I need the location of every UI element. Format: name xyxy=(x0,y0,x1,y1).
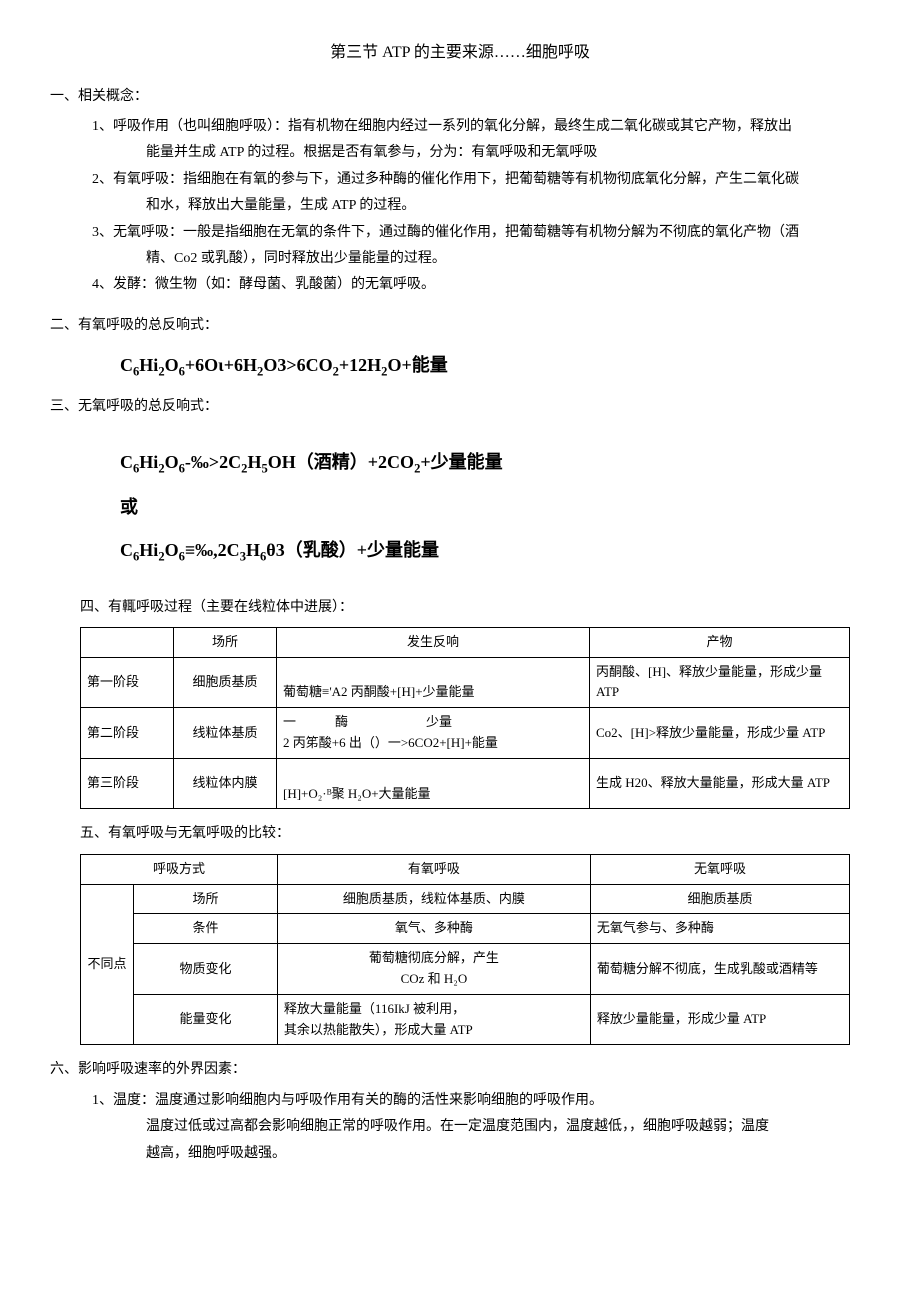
anaerobic-equation-2: C6Hi2O6≡‰,2C3H6θ3（乳酸）+少量能量 xyxy=(120,536,870,567)
table-row: 不同点 场所 细胞质基质，线粒体基质、内膜 细胞质基质 xyxy=(81,884,850,914)
cmp-material-label: 物质变化 xyxy=(134,944,278,995)
comparison-table: 呼吸方式 有氧呼吸 无氧呼吸 不同点 场所 细胞质基质，线粒体基质、内膜 细胞质… xyxy=(80,854,850,1046)
stage-3-reaction: [H]+O₂·ᴮ聚 H₂O+大量能量 xyxy=(277,758,590,809)
section-6-heading: 六、影响呼吸速率的外界因素： xyxy=(50,1059,870,1081)
factor-1-line-a: 1、温度：温度通过影响细胞内与呼吸作用有关的酶的活性来影响细胞的呼吸作用。 xyxy=(120,1090,870,1112)
cmp-header-aerobic: 有氧呼吸 xyxy=(277,854,590,884)
cmp-header-anaerobic: 无氧呼吸 xyxy=(590,854,849,884)
stage-2-product: Co2、[H]>释放少量能量，形成少量 ATP xyxy=(590,708,850,759)
concept-1-line-b: 能量并生成 ATP 的过程。根据是否有氧参与，分为：有氧呼吸和无氧呼吸 xyxy=(146,142,870,164)
concept-2-line-b: 和水，释放出大量能量，生成 ATP 的过程。 xyxy=(146,195,870,217)
table-row: 第三阶段 线粒体内膜 [H]+O₂·ᴮ聚 H₂O+大量能量 生成 H20、释放大… xyxy=(81,758,850,809)
concept-3-line-b: 精、Co2 或乳酸），同时释放出少量能量的过程。 xyxy=(146,248,870,270)
stage-1-place: 细胞质基质 xyxy=(174,657,277,708)
stage-3-product: 生成 H20、释放大量能量，形成大量 ATP xyxy=(590,758,850,809)
stage-2-place: 线粒体基质 xyxy=(174,708,277,759)
concept-4: 4、发酵：微生物（如：酵母菌、乳酸菌）的无氧呼吸。 xyxy=(120,274,870,296)
concept-3-line-a: 3、无氧呼吸：一般是指细胞在无氧的条件下，通过酶的催化作用，把葡萄糖等有机物分解… xyxy=(120,222,870,244)
cmp-condition-aerobic: 氧气、多种酶 xyxy=(277,914,590,944)
factor-1-line-c: 越高，细胞呼吸越强。 xyxy=(146,1143,870,1165)
section-2-heading: 二、有氧呼吸的总反响式： xyxy=(50,315,870,337)
cmp-material-anaerobic: 葡萄糖分解不彻底，生成乳酸或酒精等 xyxy=(590,944,849,995)
table-header-reaction: 发生反响 xyxy=(277,627,590,657)
aerobic-equation: C6Hi2O6+6Oι+6H2O3>6CO2+12H2O+能量 xyxy=(120,351,870,382)
stage-1-reaction: 葡萄糖≡'A2 丙酮酸+[H]+少量能量 xyxy=(277,657,590,708)
table-row: 场所 发生反响 产物 xyxy=(81,627,850,657)
stage-2-label: 第二阶段 xyxy=(81,708,174,759)
cmp-energy-aerobic: 释放大量能量（116IkJ 被利用， 其余以热能散失），形成大量 ATP xyxy=(277,994,590,1045)
concept-2-line-a: 2、有氧呼吸：指细胞在有氧的参与下，通过多种酶的催化作用下，把葡萄糖等有机物彻底… xyxy=(120,169,870,191)
table-row: 第二阶段 线粒体基质 一 酶 少量 2 丙笫酸+6 出（）一>6CO2+[H]+… xyxy=(81,708,850,759)
aerobic-process-table: 场所 发生反响 产物 第一阶段 细胞质基质 葡萄糖≡'A2 丙酮酸+[H]+少量… xyxy=(80,627,850,810)
cmp-place-aerobic: 细胞质基质，线粒体基质、内膜 xyxy=(277,884,590,914)
section-3-heading: 三、无氧呼吸的总反响式： xyxy=(50,396,870,418)
factor-1-line-b: 温度过低或过高都会影响细胞正常的呼吸作用。在一定温度范围内，温度越低，，细胞呼吸… xyxy=(146,1116,870,1138)
stage-3-label: 第三阶段 xyxy=(81,758,174,809)
table-header-place: 场所 xyxy=(174,627,277,657)
stage-1-label: 第一阶段 xyxy=(81,657,174,708)
cmp-energy-label: 能量变化 xyxy=(134,994,278,1045)
cmp-place-label: 场所 xyxy=(134,884,278,914)
cmp-place-anaerobic: 细胞质基质 xyxy=(590,884,849,914)
table-header-blank xyxy=(81,627,174,657)
cmp-header-method: 呼吸方式 xyxy=(81,854,278,884)
concept-1-line-a: 1、呼吸作用（也叫细胞呼吸）：指有机物在细胞内经过一系列的氧化分解，最终生成二氧… xyxy=(120,116,870,138)
anaerobic-equation-1: C6Hi2O6-‰>2C2H5OH（酒精）+2CO2+少量能量 xyxy=(120,448,870,479)
table-row: 呼吸方式 有氧呼吸 无氧呼吸 xyxy=(81,854,850,884)
table-row: 物质变化 葡萄糖彻底分解，产生 COz 和 H₂O 葡萄糖分解不彻底，生成乳酸或… xyxy=(81,944,850,995)
cmp-material-aerobic: 葡萄糖彻底分解，产生 COz 和 H₂O xyxy=(277,944,590,995)
section-4-heading: 四、有輒呼吸过程（主要在线粒体中进展）： xyxy=(80,597,870,619)
or-label: 或 xyxy=(120,493,870,522)
table-row: 条件 氧气、多种酶 无氧气参与、多种酶 xyxy=(81,914,850,944)
table-row: 第一阶段 细胞质基质 葡萄糖≡'A2 丙酮酸+[H]+少量能量 丙酮酸、[H]、… xyxy=(81,657,850,708)
section-1-heading: 一、相关概念： xyxy=(50,86,870,108)
stage-1-product: 丙酮酸、[H]、释放少量能量，形成少量 ATP xyxy=(590,657,850,708)
table-header-product: 产物 xyxy=(590,627,850,657)
cmp-rowgroup: 不同点 xyxy=(81,884,134,1045)
cmp-condition-anaerobic: 无氧气参与、多种酶 xyxy=(590,914,849,944)
stage-3-place: 线粒体内膜 xyxy=(174,758,277,809)
table-row: 能量变化 释放大量能量（116IkJ 被利用， 其余以热能散失），形成大量 AT… xyxy=(81,994,850,1045)
cmp-condition-label: 条件 xyxy=(134,914,278,944)
stage-2-reaction: 一 酶 少量 2 丙笫酸+6 出（）一>6CO2+[H]+能量 xyxy=(277,708,590,759)
section-5-heading: 五、有氧呼吸与无氧呼吸的比较： xyxy=(80,823,870,845)
document-title: 第三节 ATP 的主要来源……细胞呼吸 xyxy=(50,40,870,66)
cmp-energy-anaerobic: 释放少量能量，形成少量 ATP xyxy=(590,994,849,1045)
